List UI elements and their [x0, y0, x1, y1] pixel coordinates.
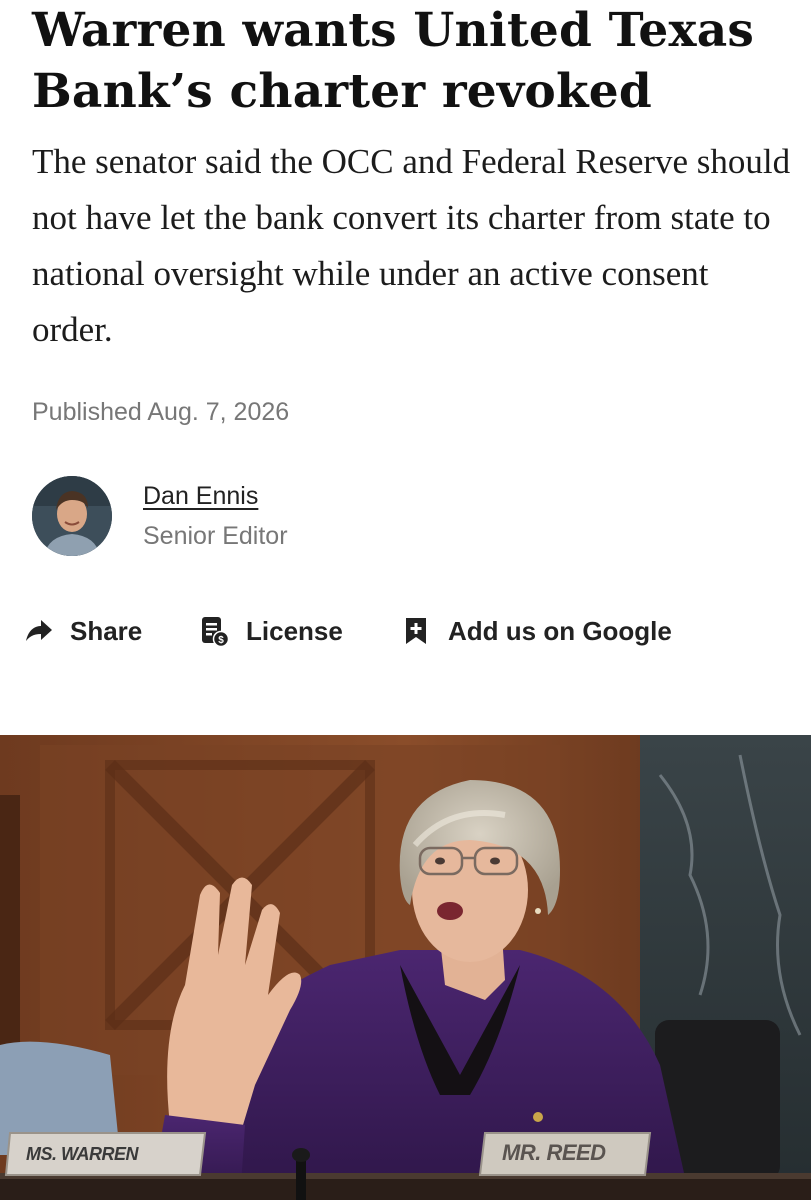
- add-us-on-google-button[interactable]: Add us on Google: [400, 608, 672, 654]
- article-dek: The senator said the OCC and Federal Res…: [32, 142, 791, 349]
- share-arrow-icon: [22, 615, 54, 647]
- share-button[interactable]: Share: [22, 608, 142, 654]
- svg-text:$: $: [218, 635, 224, 646]
- license-document-icon: $: [198, 615, 230, 647]
- license-button[interactable]: $ License: [198, 608, 343, 654]
- avatar-portrait-icon: [32, 476, 112, 556]
- article-hero-photo: MS. WARREN MR. REED: [0, 735, 811, 1200]
- nameplate-mr-reed: MR. REED: [502, 1140, 606, 1165]
- article-actions: Share $ License Add us on Google: [22, 608, 802, 654]
- article-headline: Warren wants United Texas Bank’s charter…: [32, 3, 755, 119]
- license-label: License: [246, 615, 343, 646]
- author-byline: Dan Ennis Senior Editor: [32, 476, 632, 556]
- author-title: Senior Editor: [143, 522, 288, 550]
- share-label: Share: [70, 615, 143, 646]
- bookmark-plus-icon: [400, 615, 432, 647]
- author-name-link[interactable]: Dan Ennis: [143, 482, 258, 511]
- publish-date: Published Aug. 7, 2026: [32, 398, 290, 426]
- author-avatar[interactable]: [32, 476, 112, 556]
- hearing-photo-illustration: [0, 735, 811, 1200]
- nameplate-ms-warren: MS. WARREN: [26, 1144, 139, 1164]
- add-us-on-google-label: Add us on Google: [448, 615, 672, 646]
